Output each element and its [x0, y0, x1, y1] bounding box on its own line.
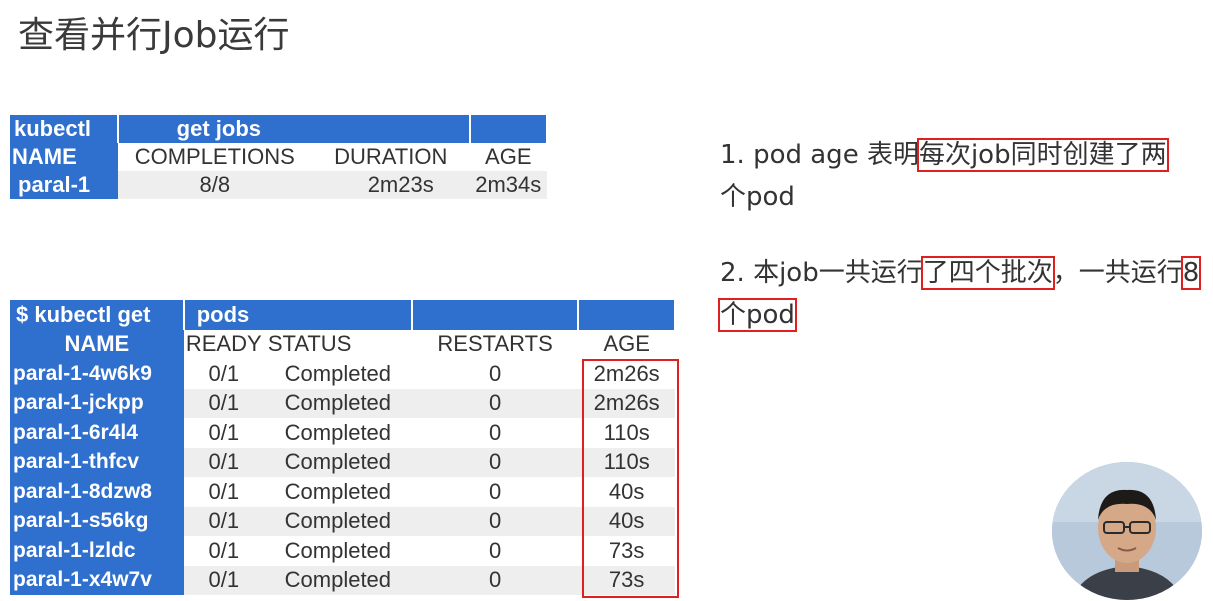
pods-header-row: NAME READY STATUS RESTARTS AGE [10, 329, 675, 359]
pods-command-row: $ kubectl get pods [10, 300, 676, 330]
table-row: paral-1-thfcv 0/1 Completed 0 110s [10, 447, 675, 477]
note-2-highlight-1: 了四个批次 [920, 256, 1055, 290]
jobs-cell: 2m23s [311, 171, 470, 199]
jobs-cell: 8/8 [117, 171, 312, 199]
jobs-header-row: NAME COMPLETIONS DURATION AGE [10, 143, 547, 171]
jobs-command-row: kubectl get jobs [10, 115, 549, 143]
pod-restarts: 0 [411, 506, 579, 536]
presenter-avatar-icon [1052, 462, 1202, 600]
pod-status: Completed [284, 419, 392, 445]
jobs-header-cell: COMPLETIONS [134, 144, 295, 169]
jobs-header-cell: DURATION [334, 144, 448, 169]
pod-status: Completed [263, 388, 412, 418]
pod-ready: 0/1 [183, 447, 264, 477]
pod-ready: 0/1 [208, 537, 240, 563]
page-title: 查看并行Job运行 [18, 15, 290, 56]
pod-name: paral-1-x4w7v [10, 565, 184, 595]
pod-ready: 0/1 [183, 388, 264, 418]
jobs-command-cell: kubectl [10, 115, 119, 143]
pod-restarts: 0 [488, 360, 502, 386]
table-row: paral-1-6r4l4 0/1 Completed 0 110s [10, 418, 675, 448]
pod-restarts: 0 [411, 565, 579, 595]
pod-age: 73s [608, 537, 645, 563]
table-row: paral-1-jckpp 0/1 Completed 0 2m26s [10, 388, 675, 418]
pod-restarts: 0 [488, 537, 502, 563]
note-2-middle: ，一共运行 [1052, 258, 1183, 288]
note-1-highlight: 每次job同时创建了两 [916, 138, 1169, 172]
pod-ready: 0/1 [208, 360, 240, 386]
pods-command-cell [578, 300, 676, 330]
table-row: paral-1-x4w7v 0/1 Completed 0 73s [10, 565, 675, 595]
jobs-cell: 2m34s [469, 171, 547, 199]
pod-status: Completed [263, 565, 412, 595]
pod-ready: 0/1 [208, 478, 240, 504]
pods-command-cell: $ kubectl get [10, 300, 185, 330]
table-row: paral-1-8dzw8 0/1 Completed 0 40s [10, 477, 675, 507]
table-row: paral-1-4w6k9 0/1 Completed 0 2m26s [10, 359, 675, 389]
pods-table: $ kubectl get pods NAME READY STATUS RES… [10, 300, 676, 595]
pod-restarts: 0 [411, 388, 579, 418]
pod-name: paral-1-jckpp [10, 388, 184, 418]
presenter-webcam [1052, 462, 1202, 600]
pods-header-cell: AGE [603, 331, 650, 357]
table-row: paral-1-s56kg 0/1 Completed 0 40s [10, 506, 675, 536]
note-2: 2. 本job一共运行了四个批次，一共运行8个pod [717, 252, 1212, 336]
pod-restarts: 0 [411, 447, 579, 477]
pods-header-cell: RESTARTS [437, 331, 553, 357]
pods-header-cell: STATUS [267, 331, 352, 357]
pod-ready: 0/1 [183, 565, 264, 595]
pod-status: Completed [263, 447, 412, 477]
pods-command-cell [411, 300, 580, 330]
pod-age: 40s [608, 478, 645, 504]
pods-header-cell: READY [185, 331, 262, 357]
jobs-header-cell: NAME [10, 143, 118, 171]
note-1-suffix: 个pod [720, 182, 795, 212]
pod-name: paral-1-8dzw8 [10, 477, 184, 507]
jobs-header-cell: AGE [485, 144, 532, 169]
pod-status: Completed [284, 478, 392, 504]
note-1: 1. pod age 表明每次job同时创建了两 个pod [720, 134, 1212, 218]
pod-name: paral-1-4w6k9 [10, 359, 184, 389]
note-1-prefix: 1. pod age 表明 [720, 140, 919, 170]
pod-age: 2m26s [593, 360, 660, 386]
pod-age: 73s [578, 565, 675, 595]
pod-restarts: 0 [488, 419, 502, 445]
pod-name: paral-1-s56kg [10, 506, 184, 536]
jobs-command-cell: get jobs [117, 115, 471, 143]
pod-status: Completed [284, 360, 392, 386]
pod-age: 40s [578, 506, 675, 536]
pod-restarts: 0 [488, 478, 502, 504]
pod-name: paral-1-lzldc [10, 536, 184, 566]
pod-age: 110s [578, 447, 675, 477]
pods-command-cell: pods [183, 300, 413, 330]
pod-age: 110s [603, 419, 650, 445]
pod-name: paral-1-thfcv [10, 447, 184, 477]
jobs-table: kubectl get jobs NAME COMPLETIONS DURATI… [10, 115, 549, 199]
pod-ready: 0/1 [208, 419, 240, 445]
pod-status: Completed [284, 537, 392, 563]
note-2-prefix: 2. 本job一共运行 [720, 258, 923, 288]
pod-status: Completed [263, 506, 412, 536]
table-row: paral-1-lzldc 0/1 Completed 0 73s [10, 536, 675, 566]
pod-ready: 0/1 [183, 506, 264, 536]
pods-header-cell: NAME [10, 329, 184, 359]
table-row: paral-1 8/8 2m23s 2m34s [10, 171, 547, 199]
pod-name: paral-1-6r4l4 [10, 418, 184, 448]
jobs-cell: paral-1 [10, 171, 118, 199]
pod-age: 2m26s [578, 388, 675, 418]
jobs-command-cell [469, 115, 549, 143]
